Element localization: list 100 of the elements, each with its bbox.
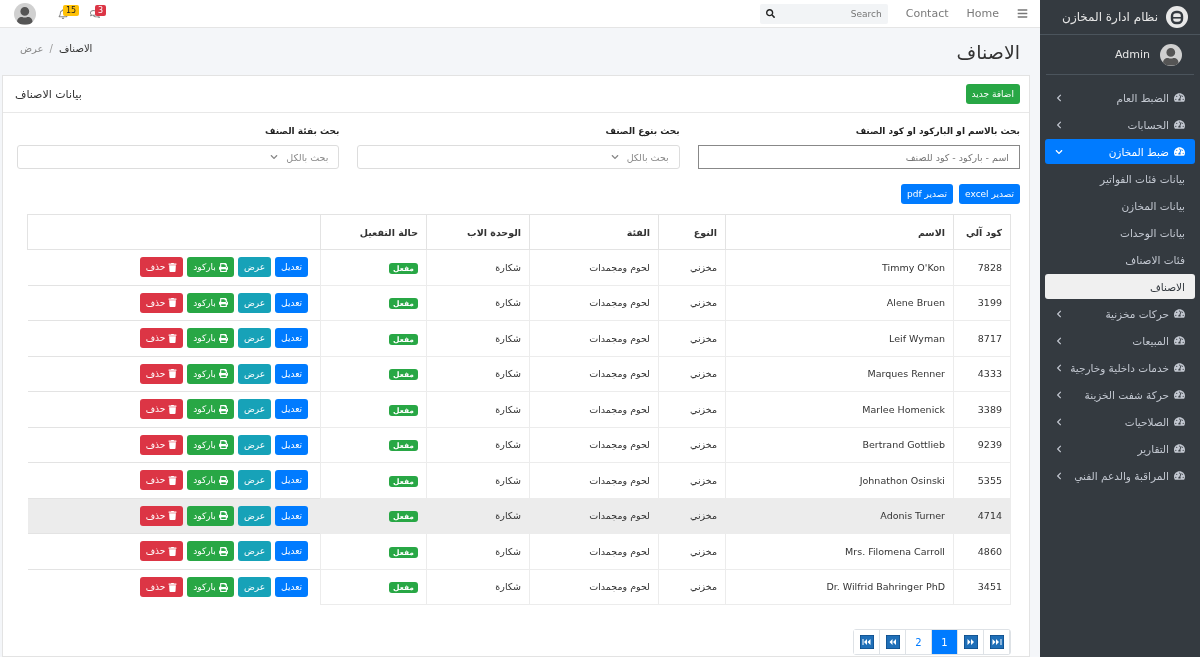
search-field[interactable]: Search (759, 3, 888, 24)
printer-icon (218, 582, 228, 592)
row-action-button[interactable]: عرض (237, 470, 272, 491)
row-action-button[interactable]: تعديل (275, 577, 308, 597)
table-cell: 7828 (953, 249, 1011, 285)
sidebar-submenu-item[interactable]: فئات الاصناف (1045, 247, 1195, 272)
sidebar-menu-item[interactable]: الضبط العام (1045, 85, 1195, 110)
row-action-button[interactable]: تعديل (275, 470, 308, 491)
row-action-button[interactable]: باركود (187, 399, 234, 420)
row-action-button[interactable]: عرض (237, 257, 272, 278)
row-action-button[interactable]: تعديل (275, 292, 308, 313)
row-action-button[interactable]: حذف (139, 328, 184, 349)
printer-icon (218, 511, 228, 521)
row-action-button[interactable]: باركود (187, 470, 234, 491)
row-action-button[interactable]: حذف (139, 363, 184, 384)
search-input-field[interactable]: اسم - باركود - كود للصنف (697, 145, 1020, 169)
trash-icon (168, 582, 178, 592)
table-cell: مخزني (658, 320, 726, 356)
sidebar-submenu-item[interactable]: الاصناف (1045, 274, 1195, 299)
breadcrumb-item[interactable]: الاصناف (58, 43, 93, 54)
row-action-button[interactable]: حذف (139, 292, 184, 313)
trash-icon (168, 262, 178, 272)
row-action-button[interactable]: تعديل (275, 328, 308, 349)
add-new-button[interactable]: اضافة جديد (965, 84, 1020, 104)
export-button[interactable]: تصدير pdf (901, 184, 954, 204)
nav-link[interactable]: Contact (905, 7, 949, 20)
table-cell: لحوم ومجمدات (529, 462, 659, 498)
sidebar-menu-item[interactable]: المبيعات (1045, 328, 1195, 353)
filter-label: بحث بالاسم او الباركود او كود الصنف (854, 126, 1020, 136)
row-action-button[interactable]: باركود (187, 328, 234, 349)
row-action-button[interactable]: باركود (187, 257, 234, 278)
row-action-button[interactable]: تعديل (275, 505, 308, 526)
prev-page-icon (885, 635, 900, 649)
row-action-button[interactable]: حذف (139, 541, 184, 562)
export-button[interactable]: تصدير excel (959, 184, 1020, 204)
sidebar-menu-item[interactable]: المراقبة والدعم الفني (1045, 463, 1195, 488)
row-action-button[interactable]: حذف (139, 470, 184, 491)
last-page-icon (989, 635, 1004, 649)
sidebar-menu-item[interactable]: خدمات داخلية وخارجية (1045, 355, 1195, 380)
row-action-button[interactable]: حذف (139, 434, 184, 455)
filter-select[interactable]: بحث بالكل (357, 145, 680, 169)
brand-title: نظام ادارة المخازن (1062, 10, 1158, 24)
table-cell: لحوم ومجمدات (529, 427, 659, 463)
sidebar-menu-item[interactable]: حركات مخزنية (1045, 301, 1195, 326)
table-cell: 5355 (953, 462, 1011, 498)
row-action-button[interactable]: عرض (237, 363, 272, 384)
row-action-button[interactable]: عرض (237, 505, 272, 526)
row-action-button[interactable]: حذف (139, 505, 184, 526)
row-action-button[interactable]: تعديل (275, 434, 308, 455)
chevron-left-icon (1055, 309, 1063, 318)
row-action-button[interactable]: تعديل (275, 363, 308, 384)
row-action-button[interactable]: تعديل (275, 399, 308, 420)
sidebar-menu-item[interactable]: الصلاحيات (1045, 409, 1195, 434)
menu-icon[interactable] (1017, 8, 1028, 19)
row-action-button[interactable]: باركود (187, 541, 234, 562)
table-cell: 3451 (953, 569, 1011, 605)
row-action-button[interactable]: باركود (187, 434, 234, 455)
printer-icon (218, 333, 228, 343)
table-cell: شكارة (426, 391, 530, 427)
gauge-icon (1174, 362, 1185, 373)
sidebar-menu-item[interactable]: التقارير (1045, 436, 1195, 461)
page-button[interactable]: 1 (932, 630, 958, 654)
sidebar-menu-item[interactable]: الحسابات (1045, 112, 1195, 137)
row-action-button[interactable]: عرض (237, 328, 272, 349)
sidebar-menu-item[interactable]: ضبط المخازن (1045, 139, 1195, 164)
user-avatar[interactable] (14, 2, 36, 25)
row-action-button[interactable]: عرض (237, 399, 272, 420)
row-action-button[interactable]: باركود (187, 505, 234, 526)
row-action-button[interactable]: عرض (237, 292, 272, 313)
row-action-button[interactable]: تعديل (275, 541, 308, 562)
table-cell: مخزني (658, 249, 726, 285)
gauge-icon (1174, 308, 1185, 319)
row-action-button[interactable]: عرض (237, 434, 272, 455)
column-header: الاسم (725, 214, 954, 250)
table-cell: Adonis Turner (725, 498, 954, 534)
row-action-button[interactable]: باركود (187, 363, 234, 384)
row-action-button[interactable]: حذف (139, 577, 184, 597)
sidebar-menu-item[interactable]: حركة شفت الخزينة (1045, 382, 1195, 407)
row-action-button[interactable]: حذف (139, 399, 184, 420)
table-cell: شكارة (426, 533, 530, 569)
row-action-button[interactable]: باركود (187, 577, 234, 597)
first-page-button[interactable] (854, 630, 880, 654)
row-action-button[interactable]: عرض (237, 577, 272, 597)
trash-icon (168, 511, 178, 521)
row-action-button[interactable]: عرض (237, 541, 272, 562)
sidebar-submenu-item[interactable]: بيانات فئات الفواتير (1045, 166, 1195, 191)
sidebar-submenu-item[interactable]: بيانات الوحدات (1045, 220, 1195, 245)
table-cell: Alene Bruen (725, 285, 954, 321)
row-action-button[interactable]: تعديل (275, 257, 308, 278)
row-action-button[interactable]: حذف (139, 257, 184, 278)
table-cell: 9239 (953, 427, 1011, 463)
table-cell: مخزني (658, 391, 726, 427)
trash-icon (168, 333, 178, 343)
card-title: بيانات الاصناف (15, 87, 82, 101)
table-cell: Marlee Homenick (725, 391, 954, 427)
filter-select[interactable]: بحث بالكل (17, 145, 340, 169)
row-action-button[interactable]: باركود (187, 292, 234, 313)
sidebar-submenu-item[interactable]: بيانات المخازن (1045, 193, 1195, 218)
nav-link[interactable]: Home (966, 7, 999, 20)
table-cell: Bertrand Gottlieb (725, 427, 954, 463)
